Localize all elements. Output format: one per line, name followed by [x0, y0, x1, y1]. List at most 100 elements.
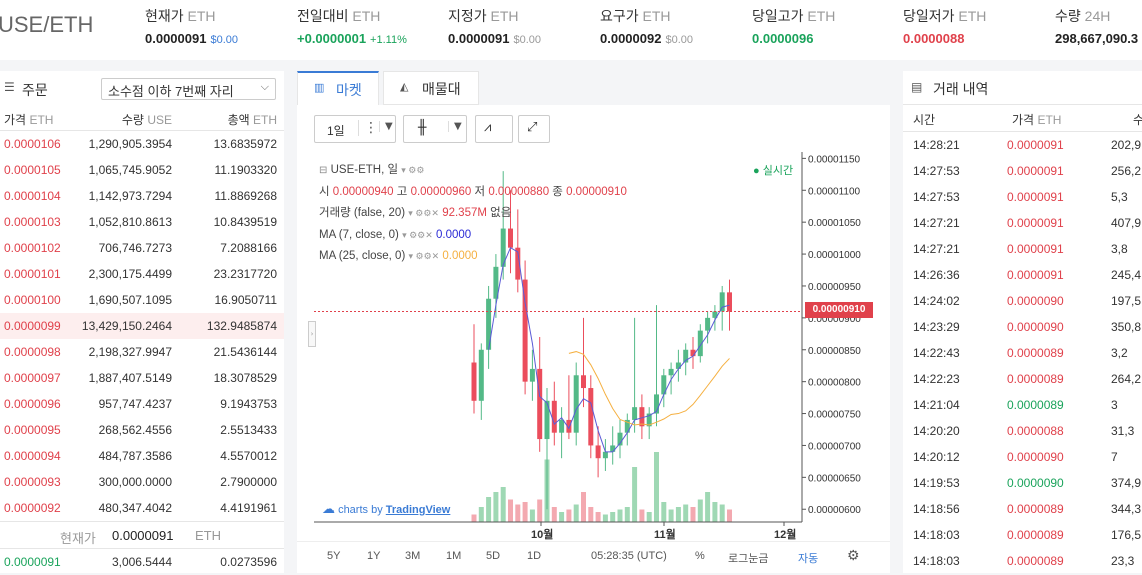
ask-row[interactable]: 0.0000103 1,052,810.8613 10.8439519	[0, 209, 284, 235]
chart-tabs: ▥ 마켓 ◭ 매물대	[297, 71, 890, 105]
trade-time: 14:27:53	[913, 190, 960, 204]
ask-total: 11.8869268	[214, 189, 277, 203]
tab-market[interactable]: ▥ 마켓	[297, 71, 379, 105]
volume-value: 92.357M	[442, 207, 487, 219]
trade-qty: 202,9	[1111, 138, 1142, 152]
ask-row[interactable]: 0.0000100 1,690,507.1095 16.9050711	[0, 287, 284, 313]
auto-scale-toggle[interactable]: 자동	[798, 550, 818, 566]
trade-qty: 5,3	[1111, 190, 1128, 204]
ask-qty: 1,290,905.3954	[88, 137, 172, 151]
ask-row[interactable]: 0.0000096 957,747.4237 9.1943753	[0, 391, 284, 417]
current-price-label: 현재가	[60, 531, 96, 546]
chart-style-button[interactable]: ╫ ▼	[403, 115, 467, 143]
current-price-row: 현재가 0.0000091 ETH	[0, 521, 284, 549]
ask-qty: 2,198,327.9947	[88, 345, 172, 359]
ask-row[interactable]: 0.0000102 706,746.7273 7.2088166	[0, 235, 284, 261]
range-1y[interactable]: 1Y	[367, 550, 380, 562]
volume-bar	[617, 509, 623, 522]
trade-time: 14:24:02	[913, 294, 960, 308]
ask-row[interactable]: 0.0000098 2,198,327.9947 21.5436144	[0, 339, 284, 365]
stat-3: 요구가 ETH 0.0000092 $0.00	[600, 6, 693, 46]
ask-row[interactable]: 0.0000095 268,562.4556 2.5513433	[0, 417, 284, 443]
stat-unit: ETH	[352, 8, 381, 24]
bid-row[interactable]: 0.0000091 3,006.5444 0.0273596	[0, 549, 284, 575]
card-icon: ▤	[911, 80, 923, 94]
ask-total: 18.3078529	[213, 371, 277, 385]
trade-price: 0.0000089	[1007, 398, 1064, 412]
ma25-settings-icon[interactable]: ▾ ⚙⚙✕	[409, 251, 440, 261]
settings-icon[interactable]: ▾ ⚙⚙	[401, 165, 424, 175]
trade-price: 0.0000090	[1007, 450, 1064, 464]
trade-row: 14:18:03 0.0000089 23,3	[903, 548, 1142, 574]
indicators-button[interactable]: ⩘	[475, 115, 513, 143]
range-1d[interactable]: 1D	[527, 550, 541, 562]
ask-row[interactable]: 0.0000092 480,347.4042 4.4191961	[0, 495, 284, 521]
ask-total: 13.6835972	[213, 137, 277, 151]
volume-bar	[712, 502, 718, 522]
stat-0: 현재가 ETH 0.0000091 $0.00	[145, 6, 238, 46]
tradingview-watermark[interactable]: ☁ charts by TradingView	[322, 501, 450, 517]
stat-label: 수량	[1055, 8, 1081, 24]
fullscreen-button[interactable]: ⤢	[518, 115, 550, 143]
list-icon: ☰	[4, 80, 15, 94]
ask-row[interactable]: 0.0000106 1,290,905.3954 13.6835972	[0, 131, 284, 157]
stat-6: 수량 24H 298,667,090.3	[1055, 6, 1142, 46]
ask-price: 0.0000100	[4, 293, 61, 307]
percent-toggle[interactable]: %	[695, 550, 705, 562]
ask-qty: 300,000.0000	[98, 475, 172, 489]
col-price: 가격	[4, 113, 27, 127]
range-3m[interactable]: 3M	[405, 550, 420, 562]
trade-price: 0.0000088	[1007, 424, 1064, 438]
ask-price: 0.0000093	[4, 475, 61, 489]
volume-bar	[654, 452, 659, 522]
col-total-unit: ETH	[253, 113, 277, 127]
ask-row[interactable]: 0.0000094 484,787.3586 4.5570012	[0, 443, 284, 469]
volume-bar	[595, 512, 601, 522]
volume-settings-icon[interactable]: ▾ ⚙⚙✕	[408, 208, 439, 218]
decimal-select[interactable]: 소수점 이하 7번째 자리 ⌵	[101, 78, 276, 100]
trade-qty: 3	[1111, 398, 1118, 412]
stat-5: 당일저가 ETH 0.0000088	[903, 6, 986, 46]
ma7-settings-icon[interactable]: ▾ ⚙⚙✕	[402, 230, 433, 240]
ask-row[interactable]: 0.0000093 300,000.0000 2.7900000	[0, 469, 284, 495]
range-5y[interactable]: 5Y	[327, 550, 340, 562]
ask-row[interactable]: 0.0000104 1,142,973.7294 11.8869268	[0, 183, 284, 209]
orderbook-title: 주문	[22, 82, 48, 98]
ask-total: 4.4191961	[220, 501, 277, 515]
stat-value: +0.0000001	[297, 31, 367, 46]
range-1m[interactable]: 1M	[446, 550, 461, 562]
trade-qty: 264,2	[1111, 372, 1142, 386]
trade-time: 14:21:04	[913, 398, 960, 412]
col-qty-unit: USE	[147, 113, 172, 127]
ask-row[interactable]: 0.0000097 1,887,407.5149 18.3078529	[0, 365, 284, 391]
volume-bar	[624, 507, 630, 522]
log-scale-toggle[interactable]: 로그눈금	[728, 550, 768, 566]
tab-depth[interactable]: ◭ 매물대	[383, 71, 479, 105]
ask-qty: 480,347.4042	[98, 501, 172, 515]
ma25-label: MA (25, close, 0)	[319, 250, 406, 262]
ask-row[interactable]: 0.0000105 1,065,745.9052 11.1903320	[0, 157, 284, 183]
gear-icon[interactable]: ⚙	[847, 547, 860, 564]
current-price-unit: ETH	[195, 528, 221, 543]
ask-row[interactable]: 0.0000099 13,429,150.2464 132.9485874	[0, 313, 284, 339]
y-tick-label: 0.00000750	[808, 410, 861, 421]
ask-row[interactable]: 0.0000101 2,300,175.4499 23.2317720	[0, 261, 284, 287]
volume-bar	[697, 499, 703, 522]
trade-row: 14:27:21 0.0000091 3,8	[903, 236, 1142, 262]
area-chart-icon: ◭	[400, 80, 409, 93]
ask-price: 0.0000101	[4, 267, 61, 281]
ask-price: 0.0000102	[4, 241, 61, 255]
volume-bar	[551, 507, 557, 522]
trade-time: 14:20:12	[913, 450, 960, 464]
stat-value: 0.0000088	[903, 31, 965, 46]
candle-body	[668, 368, 674, 376]
collapse-icon[interactable]: ⊟	[319, 165, 327, 176]
y-tick-label: 0.00000600	[808, 505, 861, 516]
trade-time: 14:19:53	[913, 476, 960, 490]
trade-time: 14:28:21	[913, 138, 960, 152]
volume-bar	[500, 487, 506, 522]
range-5d[interactable]: 5D	[486, 550, 500, 562]
ask-qty: 268,562.4556	[98, 423, 172, 437]
interval-button[interactable]: 1일 ⋮ ▼	[314, 115, 396, 143]
y-tick-label: 0.00001050	[808, 218, 861, 229]
